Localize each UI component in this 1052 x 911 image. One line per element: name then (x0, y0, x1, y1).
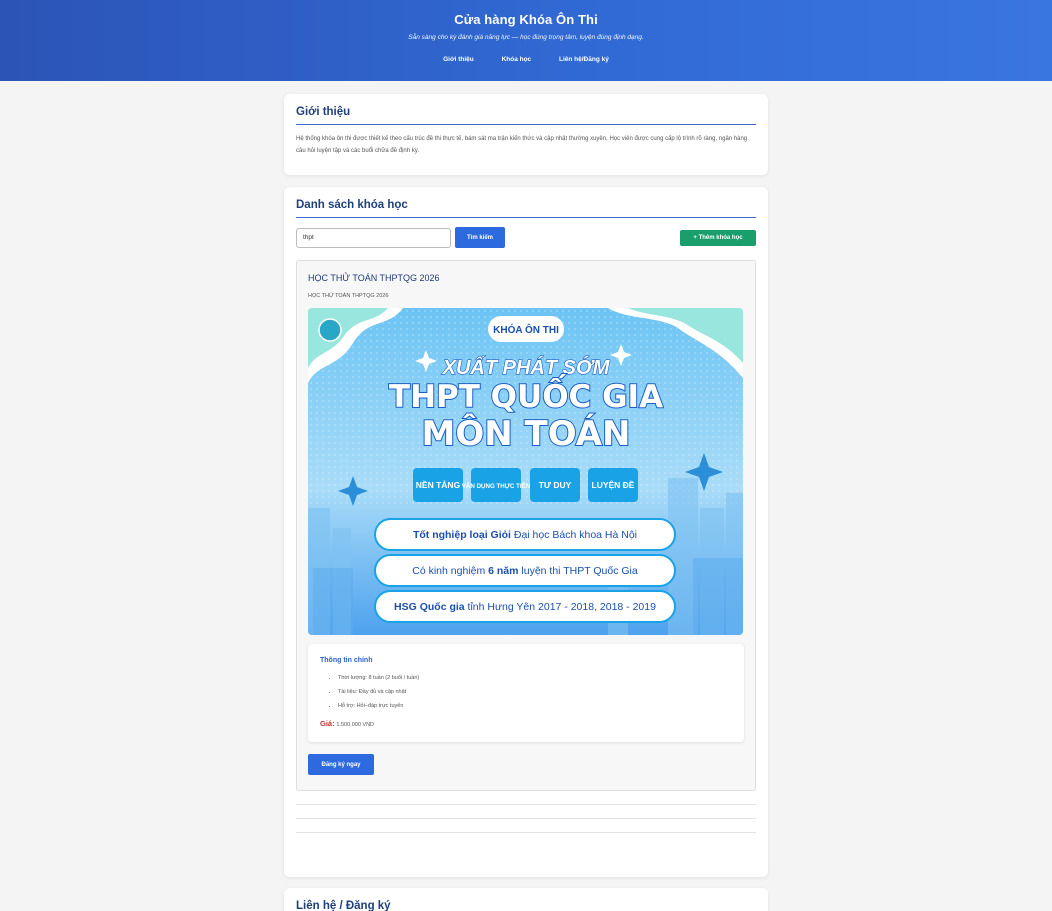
course-price: Giá: 1.500.000 VND (320, 719, 732, 728)
site-tagline: Sẵn sàng cho kỳ đánh giá năng lực — học … (408, 34, 644, 41)
banner-tag-1: NỀN TẢNG (416, 479, 461, 490)
divider (296, 818, 756, 819)
intro-text: Hệ thống khóa ôn thi được thiết kế theo … (296, 136, 748, 154)
nav-link-courses[interactable]: Khóa học (502, 56, 532, 63)
banner-artwork: KHÓA ÔN THI XUẤT PHÁT SỚM THPT QUỐC GIA … (308, 308, 743, 635)
add-course-button[interactable]: + Thêm khóa học (680, 229, 756, 246)
search-input[interactable] (296, 227, 451, 248)
divider (296, 804, 756, 805)
nav-link-contact[interactable]: Liên hệ/Đăng ký (559, 56, 609, 63)
course-title: HỌC THỬ TOÁN THPTQG 2026 (308, 273, 440, 283)
banner-tag-4: LUYỆN ĐỀ (592, 479, 635, 490)
site-title: Cửa hàng Khóa Ôn Thi (454, 12, 598, 27)
contact-heading: Liên hệ / Đăng ký (296, 900, 756, 911)
main-nav: Giới thiệu Khóa học Liên hệ/Đăng ký (0, 56, 1052, 63)
info-item-support: Hỗ trợ: Hỏi–đáp trực tuyến (338, 699, 732, 713)
banner-line-3: MÔN TOÁN (422, 413, 631, 454)
course-info-box: Thông tin chính Thời lượng: 8 tuần (2 bu… (308, 644, 744, 742)
main-container: Giới thiệu Hệ thống khóa ôn thi được thi… (284, 94, 768, 911)
banner-line-1: XUẤT PHÁT SỚM (442, 355, 611, 379)
intro-heading: Giới thiệu (296, 106, 756, 125)
search-button[interactable]: Tìm kiếm (455, 227, 505, 248)
banner-pill-2: Có kinh nghiệm 6 năm luyện thi THPT Quốc… (412, 565, 638, 577)
course-banner-image: KHÓA ÔN THI XUẤT PHÁT SỚM THPT QUỐC GIA … (308, 308, 743, 635)
info-item-materials: Tài liệu: Đầy đủ và cập nhật (338, 685, 732, 699)
intro-section: Giới thiệu Hệ thống khóa ôn thi được thi… (284, 94, 768, 175)
nav-link-intro[interactable]: Giới thiệu (443, 56, 474, 63)
courses-section: Danh sách khóa học Tìm kiếm + Thêm khóa … (284, 187, 768, 877)
contact-section: Liên hệ / Đăng ký (284, 888, 768, 911)
price-value: 1.500.000 VND (336, 722, 375, 728)
info-item-duration: Thời lượng: 8 tuần (2 buổi / tuần) (338, 671, 732, 685)
banner-line-2: THPT QUỐC GIA (389, 374, 663, 415)
banner-badge-text: KHÓA ÔN THI (493, 323, 559, 336)
banner-pill-3: HSG Quốc gia tỉnh Hưng Yên 2017 - 2018, … (394, 601, 656, 613)
banner-tag-3: TƯ DUY (539, 480, 572, 490)
info-list: Thời lượng: 8 tuần (2 buổi / tuần) Tài l… (320, 671, 732, 713)
courses-heading: Danh sách khóa học (296, 199, 756, 218)
banner-tag-2: VẬN DỤNG THỰC TIỄN (462, 483, 531, 490)
site-header: Cửa hàng Khóa Ôn Thi Sẵn sàng cho kỳ đán… (0, 0, 1052, 81)
divider (296, 832, 756, 833)
info-heading: Thông tin chính (320, 657, 373, 664)
course-subtitle: HỌC THỬ TOÁN THPTQG 2026 (308, 293, 389, 299)
register-button[interactable]: Đăng ký ngay (308, 754, 374, 775)
banner-pill-1: Tốt nghiệp loại Giỏi Đại học Bách khoa H… (413, 529, 637, 541)
course-card: HỌC THỬ TOÁN THPTQG 2026 HỌC THỬ TOÁN TH… (296, 260, 756, 791)
course-toolbar: Tìm kiếm + Thêm khóa học (296, 227, 756, 248)
price-label: Giá: (320, 719, 335, 728)
